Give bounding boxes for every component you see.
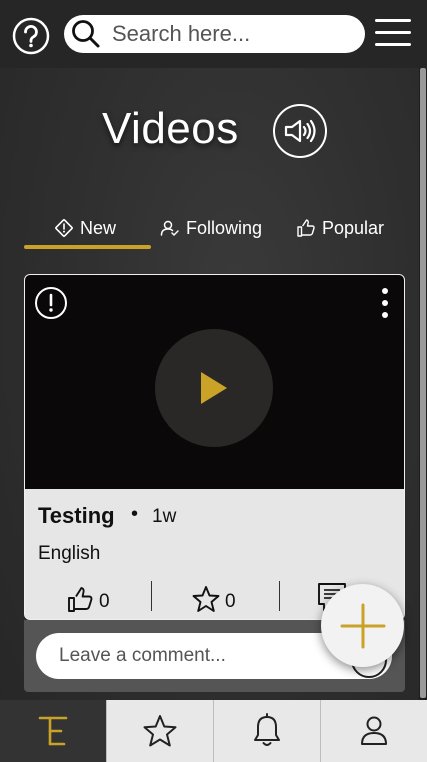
tab-following[interactable]: Following <box>160 208 262 248</box>
tab-new-label: New <box>80 217 117 238</box>
favorite-button[interactable]: 0 <box>191 579 236 613</box>
search-input[interactable] <box>112 21 352 47</box>
add-video-button[interactable] <box>321 584 404 667</box>
page-title: Videos <box>102 104 239 153</box>
favorite-count: 0 <box>225 591 236 612</box>
app-logo-icon <box>38 716 68 746</box>
star-icon <box>143 715 177 747</box>
action-divider <box>279 581 280 611</box>
help-button[interactable] <box>12 17 50 55</box>
tab-new[interactable]: New <box>54 208 116 248</box>
active-tab-indicator <box>24 245 151 249</box>
video-card: Testing • 1w English 0 0 <box>24 274 405 620</box>
scrollbar-thumb[interactable] <box>420 68 426 698</box>
bell-icon <box>254 713 280 746</box>
play-icon <box>201 372 227 404</box>
speaker-volume-icon <box>284 119 316 143</box>
feed-tabs: New Following Popular <box>24 208 404 252</box>
video-age: 1w <box>152 506 177 527</box>
like-button[interactable]: 0 <box>67 579 110 613</box>
tab-popular[interactable]: Popular <box>296 208 384 248</box>
search-icon[interactable] <box>66 15 106 53</box>
comment-input[interactable] <box>59 645 349 667</box>
like-count: 0 <box>99 591 110 612</box>
hamburger-menu-button[interactable] <box>375 19 411 51</box>
action-divider <box>151 581 152 611</box>
more-vertical-icon <box>382 288 388 294</box>
video-title[interactable]: Testing <box>38 503 115 529</box>
more-options-button[interactable] <box>378 287 392 319</box>
plus-icon <box>340 603 385 648</box>
more-vertical-dot <box>382 312 388 318</box>
video-player[interactable] <box>25 275 404 489</box>
diamond-alert-icon <box>55 219 73 237</box>
nav-profile[interactable] <box>321 700 427 762</box>
user-icon <box>361 716 387 745</box>
report-button[interactable] <box>35 287 67 319</box>
thumbs-up-icon <box>68 587 93 612</box>
nav-favorites[interactable] <box>107 700 214 762</box>
star-icon <box>192 586 220 612</box>
play-button[interactable] <box>155 329 273 447</box>
tab-popular-label: Popular <box>322 217 385 238</box>
thumbs-up-icon <box>297 219 315 237</box>
bottom-nav <box>0 700 427 762</box>
exclamation-icon <box>49 293 53 312</box>
tab-following-label: Following <box>186 217 263 238</box>
help-icon <box>12 17 50 55</box>
app-screen: Videos New Following <box>0 0 427 762</box>
meta-separator: • <box>131 503 139 525</box>
nav-home[interactable] <box>0 700 107 762</box>
video-language: English <box>38 543 101 564</box>
menu-line-icon <box>375 31 411 34</box>
sound-toggle-button[interactable] <box>273 104 327 158</box>
menu-line-icon <box>375 19 411 22</box>
user-check-icon <box>160 220 179 236</box>
top-bar <box>0 0 427 68</box>
nav-notifications[interactable] <box>214 700 321 762</box>
search-bar[interactable] <box>64 15 365 53</box>
more-vertical-dot <box>382 300 388 306</box>
menu-line-icon <box>375 43 411 46</box>
